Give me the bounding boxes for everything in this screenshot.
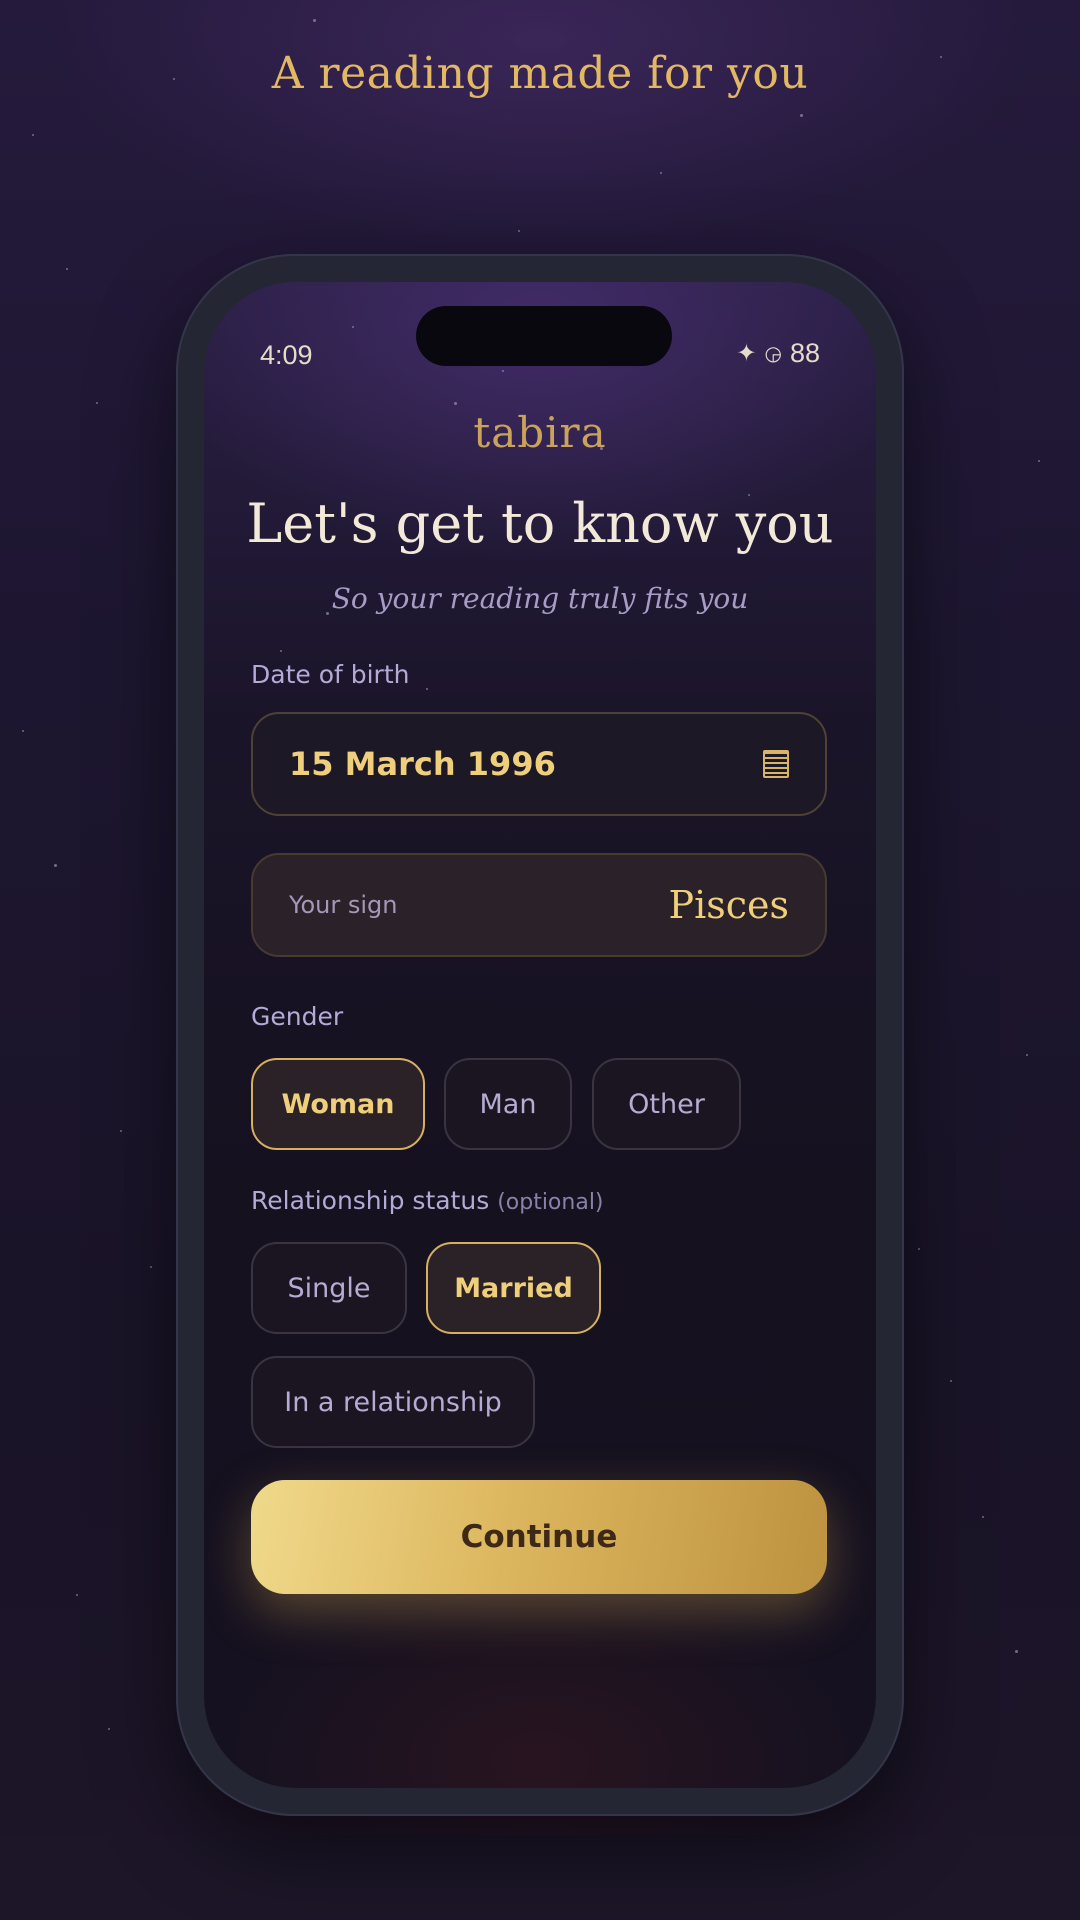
relationship-label-text: Relationship status	[251, 1186, 490, 1215]
gender-label: Gender	[251, 1002, 344, 1031]
zodiac-sign-field: Your sign Pisces	[251, 853, 827, 957]
gender-option-man[interactable]: Man	[444, 1058, 572, 1150]
status-time: 4:09	[260, 340, 313, 370]
sign-value: Pisces	[668, 883, 790, 927]
page-heading: A reading made for you	[271, 48, 809, 99]
date-of-birth-field[interactable]: 15 March 1996	[251, 712, 827, 816]
relationship-option-married[interactable]: Married	[426, 1242, 601, 1334]
signal-icon: ◶	[764, 342, 782, 365]
sign-label: Your sign	[289, 891, 398, 919]
dob-value: 15 March 1996	[289, 745, 556, 783]
bottom-band	[0, 1835, 1080, 1920]
dob-label: Date of birth	[251, 660, 410, 689]
optional-note: (optional)	[497, 1190, 604, 1215]
brand-logo: tabira	[473, 408, 607, 457]
sparkle-icon: ✦	[736, 339, 757, 367]
relationship-label: Relationship status (optional)	[251, 1186, 604, 1215]
page-subtitle: So your reading truly fits you	[331, 582, 749, 615]
continue-button[interactable]: Continue	[251, 1480, 827, 1594]
relationship-option-in-a-relationship[interactable]: In a relationship	[251, 1356, 535, 1448]
relationship-option-single[interactable]: Single	[251, 1242, 407, 1334]
phone-frame: 4:09 ✦ ◶ 88 tabira Let's get to know you…	[176, 254, 904, 1816]
battery-level: 88	[789, 338, 820, 368]
calendar-icon[interactable]	[763, 750, 789, 778]
status-indicators: ✦ ◶ 88	[736, 338, 820, 369]
dynamic-island	[416, 306, 672, 366]
phone-screen: 4:09 ✦ ◶ 88 tabira Let's get to know you…	[204, 282, 876, 1788]
page-title: Let's get to know you	[246, 492, 834, 555]
gender-option-other[interactable]: Other	[592, 1058, 741, 1150]
gender-option-woman[interactable]: Woman	[251, 1058, 425, 1150]
